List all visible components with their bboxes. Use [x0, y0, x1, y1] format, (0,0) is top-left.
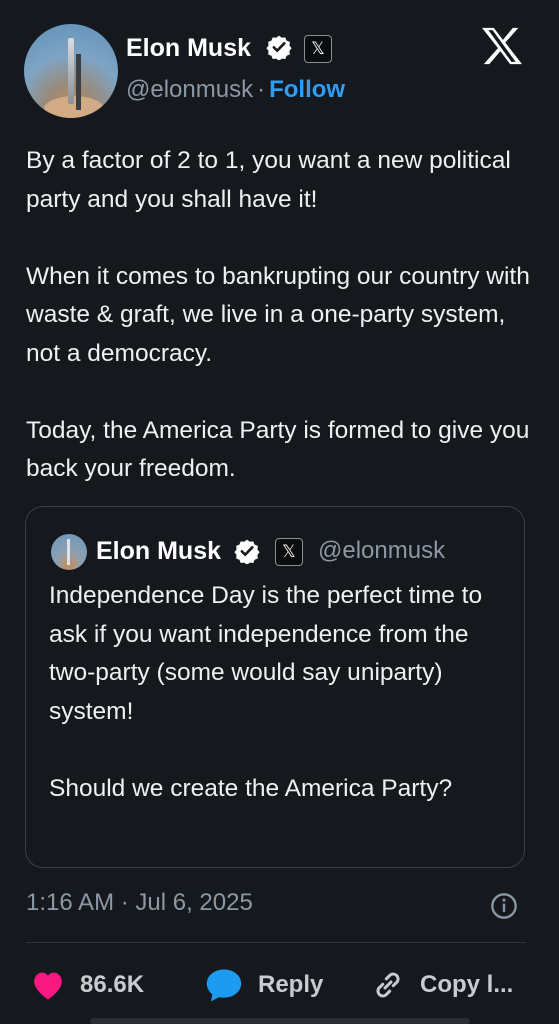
- reply-label: Reply: [258, 971, 324, 998]
- quoted-author-handle: @elonmusk: [318, 537, 446, 564]
- link-icon: [376, 972, 400, 998]
- tweet-timestamp[interactable]: 1:16 AM · Jul 6, 2025: [26, 889, 253, 917]
- separator: ·: [257, 76, 266, 103]
- author-name[interactable]: Elon Musk: [126, 34, 251, 63]
- tweet-paragraph: When it comes to bankrupting our country…: [26, 262, 530, 367]
- copy-link-label: Copy l...: [420, 971, 514, 998]
- quoted-paragraph: Independence Day is the perfect time to …: [49, 582, 483, 725]
- tweet-paragraph: By a factor of 2 to 1, you want a new po…: [26, 147, 511, 213]
- reply-button[interactable]: Reply: [204, 960, 323, 1010]
- info-icon[interactable]: [490, 892, 518, 920]
- action-bar: 86.6K Reply Copy l...: [0, 960, 559, 1010]
- author-avatar[interactable]: [24, 24, 118, 118]
- x-logo-icon[interactable]: [480, 26, 524, 66]
- quoted-tweet-card[interactable]: Elon Musk 𝕏 @elonmusk Independence Day i…: [25, 506, 525, 868]
- verified-badge-icon: [234, 539, 260, 564]
- like-button[interactable]: 86.6K: [30, 960, 144, 1010]
- tweet-body: By a factor of 2 to 1, you want a new po…: [26, 142, 531, 527]
- quoted-author-avatar: [51, 534, 87, 570]
- x-affiliation-badge: 𝕏: [275, 538, 303, 566]
- divider: [26, 942, 526, 943]
- author-handle[interactable]: @elonmusk: [126, 76, 253, 103]
- quoted-paragraph: Should we create the America Party?: [49, 774, 453, 802]
- heart-icon: [34, 972, 62, 1000]
- like-count: 86.6K: [80, 971, 145, 998]
- verified-badge-icon: [266, 35, 292, 60]
- bottom-bar: [90, 1018, 470, 1024]
- quoted-tweet-body: Independence Day is the perfect time to …: [49, 577, 519, 847]
- tweet-paragraph: Today, the America Party is formed to gi…: [26, 416, 530, 483]
- x-affiliation-badge: 𝕏: [304, 35, 332, 63]
- quoted-author-name: Elon Musk: [96, 537, 222, 565]
- author-handle-line: @elonmusk · Follow: [126, 76, 345, 104]
- copy-link-button[interactable]: Copy l...: [370, 960, 513, 1010]
- follow-button[interactable]: Follow: [269, 76, 345, 103]
- reply-bubble-icon: [206, 969, 242, 1002]
